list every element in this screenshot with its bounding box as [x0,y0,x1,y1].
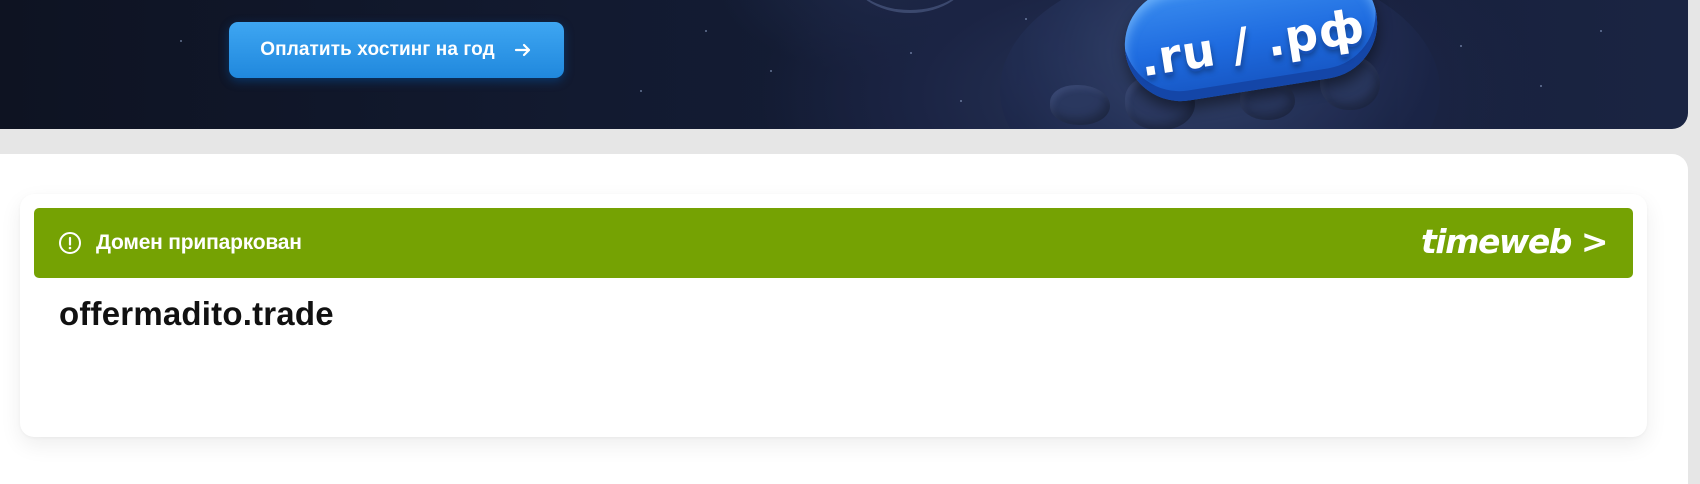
pay-hosting-button-label: Оплатить хостинг на год [260,39,495,60]
promo-banner: Оплатить хостинг на год .ru / .рф [0,0,1688,129]
timeweb-logo-link[interactable]: timeweb > [1421,222,1608,262]
promo-badge-text: .ru / .рф [1136,0,1369,88]
domain-status-bar: Домен припаркован timeweb > [34,208,1633,278]
main-content-card: Домен припаркован timeweb > offermadito.… [0,154,1688,484]
arrow-right-icon [514,43,530,57]
pay-hosting-year-button[interactable]: Оплатить хостинг на год [229,22,564,78]
parked-domain-panel: Домен припаркован timeweb > offermadito.… [20,194,1647,437]
moon-decoration [850,0,970,13]
info-circle-icon [59,232,81,254]
domain-status-text: Домен припаркован [96,231,302,254]
domain-name-heading: offermadito.trade [59,295,334,332]
